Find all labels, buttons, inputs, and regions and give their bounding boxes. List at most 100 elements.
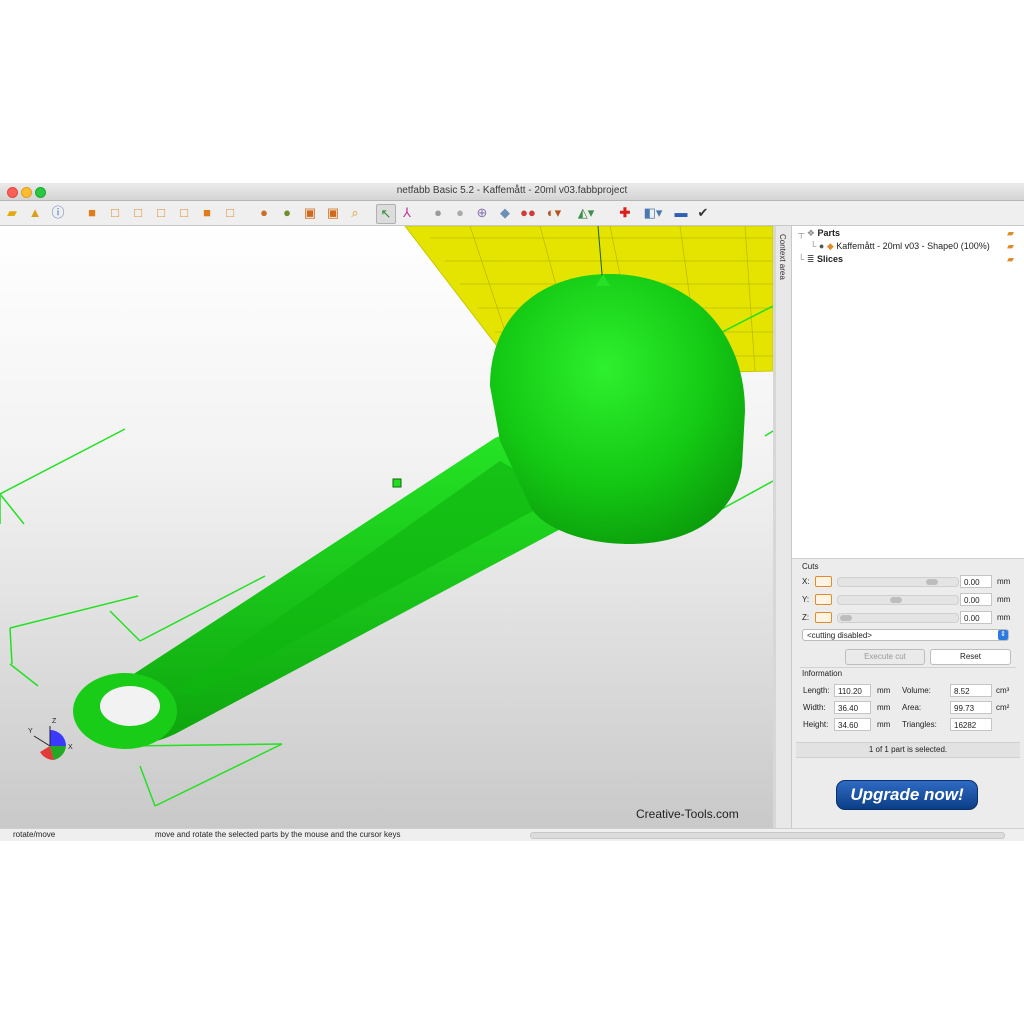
cut-z-unit: mm	[997, 613, 1011, 622]
add-part-icon[interactable]: ▲	[27, 204, 43, 222]
cut-y-thumb[interactable]	[890, 597, 902, 603]
cut-x-slider[interactable]	[837, 577, 959, 587]
parts-folder-action-icon[interactable]: ▰	[1007, 228, 1014, 239]
tree-branch-icon: └	[798, 254, 805, 264]
view-perspective-icon[interactable]: □	[222, 204, 238, 222]
length-unit: mm	[877, 686, 891, 695]
view-top-icon[interactable]: □	[176, 204, 192, 222]
cube-icon[interactable]: ▣	[325, 204, 341, 222]
panel-divider	[800, 667, 1016, 668]
status-mode: rotate/move	[13, 830, 56, 839]
reset-button[interactable]: Reset	[930, 649, 1011, 665]
shading-icon[interactable]: ◧▾	[640, 204, 666, 222]
width-value: 36.40	[834, 701, 871, 714]
cutting-mode-select[interactable]: <cutting disabled> ⇕	[802, 629, 1009, 641]
area-value: 99.73	[950, 701, 992, 714]
cut-z-thumb[interactable]	[840, 615, 852, 621]
properties-panel: Cuts X: 0.00 mm Y: 0.00 mm Z: 0.00 mm <c…	[792, 559, 1024, 828]
status-bar: rotate/move move and rotate the selected…	[0, 828, 1024, 841]
context-area-label: Context area	[778, 234, 787, 280]
move-axis-icon[interactable]: ⅄	[399, 204, 415, 222]
part-status-dot-icon[interactable]: ●	[819, 241, 824, 251]
slice-icon[interactable]: ◭▾	[573, 204, 599, 222]
slices-icon: ≣	[806, 254, 815, 264]
execute-cut-button[interactable]: Execute cut	[845, 649, 925, 665]
mesh-icon[interactable]: ●	[279, 204, 295, 222]
parts-folder-icon: ❖	[806, 228, 815, 238]
part-action-icon[interactable]: ▰	[1007, 241, 1014, 252]
cut-x-unit: mm	[997, 577, 1011, 586]
ring-hole	[100, 686, 160, 726]
toolbar: ▰ ▲ ⓘ ■ □ □ □ □ ■ □ ● ● ▣ ▣ ⌕ ↖ ⅄ ● ● ⊕ …	[0, 201, 1024, 226]
cut-x-field[interactable]: 0.00	[960, 575, 992, 588]
cut-x-label: X:	[802, 577, 810, 586]
upgrade-now-button[interactable]: Upgrade now!	[836, 780, 978, 810]
cut-y-label: Y:	[802, 595, 810, 604]
volume-label: Volume:	[902, 686, 931, 695]
select-arrows-icon: ⇕	[998, 630, 1008, 640]
select-arrow-icon[interactable]: ↖	[376, 204, 396, 224]
selection-status: 1 of 1 part is selected.	[796, 742, 1020, 758]
repair-icon[interactable]: ●	[256, 204, 272, 222]
part-icon: ◆	[826, 241, 834, 251]
context-area-tab[interactable]: Context area	[776, 226, 792, 828]
triangles-label: Triangles:	[902, 720, 937, 729]
view-bottom-icon[interactable]: ■	[199, 204, 215, 222]
view-front-icon[interactable]: ■	[84, 204, 100, 222]
minus-icon[interactable]: ▬	[672, 204, 690, 222]
cut-x-enable-icon[interactable]	[815, 576, 832, 587]
cut-y-field[interactable]: 0.00	[960, 593, 992, 606]
tree-part-row[interactable]: └ ● ◆ Kaffemått - 20ml v03 - Shape0 (100…	[810, 241, 990, 252]
axis-gizmo-canvas	[33, 726, 66, 761]
tree-slices-row[interactable]: └ ≣ Slices	[798, 254, 843, 265]
zoom-icon[interactable]: ⌕	[347, 204, 363, 222]
window-title: netfabb Basic 5.2 - Kaffemått - 20ml v03…	[396, 185, 628, 196]
cutting-mode-value: <cutting disabled>	[807, 631, 872, 640]
view-right-icon[interactable]: □	[153, 204, 169, 222]
box-icon[interactable]: ▣	[302, 204, 318, 222]
sphere-icon[interactable]: ●	[430, 204, 446, 222]
view-back-icon[interactable]: □	[107, 204, 123, 222]
axis-gizmo[interactable]: Z Y X	[28, 718, 90, 762]
analysis-icon[interactable]: ◐▾	[543, 204, 565, 222]
cut-z-enable-icon[interactable]	[815, 612, 832, 623]
volume-unit: cm³	[996, 686, 1010, 695]
app-window: netfabb Basic 5.2 - Kaffemått - 20ml v03…	[0, 183, 1024, 841]
open-file-icon[interactable]: ▰	[4, 204, 20, 222]
watermark: Creative-Tools.com	[636, 807, 739, 821]
selection-handle[interactable]	[392, 478, 402, 488]
height-unit: mm	[877, 720, 891, 729]
checkmark-icon[interactable]: ✔	[695, 204, 711, 222]
parts-tree: ┬ ❖ Parts └ ● ◆ Kaffemått - 20ml v03 - S…	[792, 226, 1024, 559]
height-label: Height:	[803, 720, 829, 729]
color-icon[interactable]: ◆	[497, 204, 513, 222]
measure-icon[interactable]: ⊕	[474, 204, 490, 222]
axis-label-y: Y	[28, 728, 33, 735]
parts-label: Parts	[817, 228, 841, 238]
volume-value: 8.52	[950, 684, 992, 697]
cuts-section-title: Cuts	[802, 562, 819, 571]
slices-action-icon[interactable]: ▰	[1007, 254, 1014, 265]
height-value: 34.60	[834, 718, 871, 731]
lighting-icon[interactable]: ●	[452, 204, 468, 222]
cut-z-slider[interactable]	[837, 613, 959, 623]
cut-z-label: Z:	[802, 613, 810, 622]
cut-y-enable-icon[interactable]	[815, 594, 832, 605]
title-bar: netfabb Basic 5.2 - Kaffemått - 20ml v03…	[0, 183, 1024, 201]
scene-canvas[interactable]	[0, 226, 773, 828]
view-left-icon[interactable]: □	[130, 204, 146, 222]
info-icon[interactable]: ⓘ	[50, 204, 66, 222]
area-unit: cm²	[996, 703, 1010, 712]
part-name: Kaffemått - 20ml v03 - Shape0 (100%)	[836, 241, 990, 251]
toggle-icon[interactable]: ●●	[519, 204, 537, 222]
cut-x-thumb[interactable]	[926, 579, 938, 585]
cut-z-field[interactable]: 0.00	[960, 611, 992, 624]
tree-parts-row[interactable]: ┬ ❖ Parts	[798, 228, 840, 239]
tree-expander-icon[interactable]: ┬	[798, 228, 804, 238]
add-red-cross-icon[interactable]: ✚	[617, 204, 633, 222]
width-label: Width:	[803, 703, 826, 712]
cut-y-slider[interactable]	[837, 595, 959, 605]
3d-viewport[interactable]: Z Y X Creative-Tools.com	[0, 226, 773, 828]
width-unit: mm	[877, 703, 891, 712]
triangles-value: 16282	[950, 718, 992, 731]
